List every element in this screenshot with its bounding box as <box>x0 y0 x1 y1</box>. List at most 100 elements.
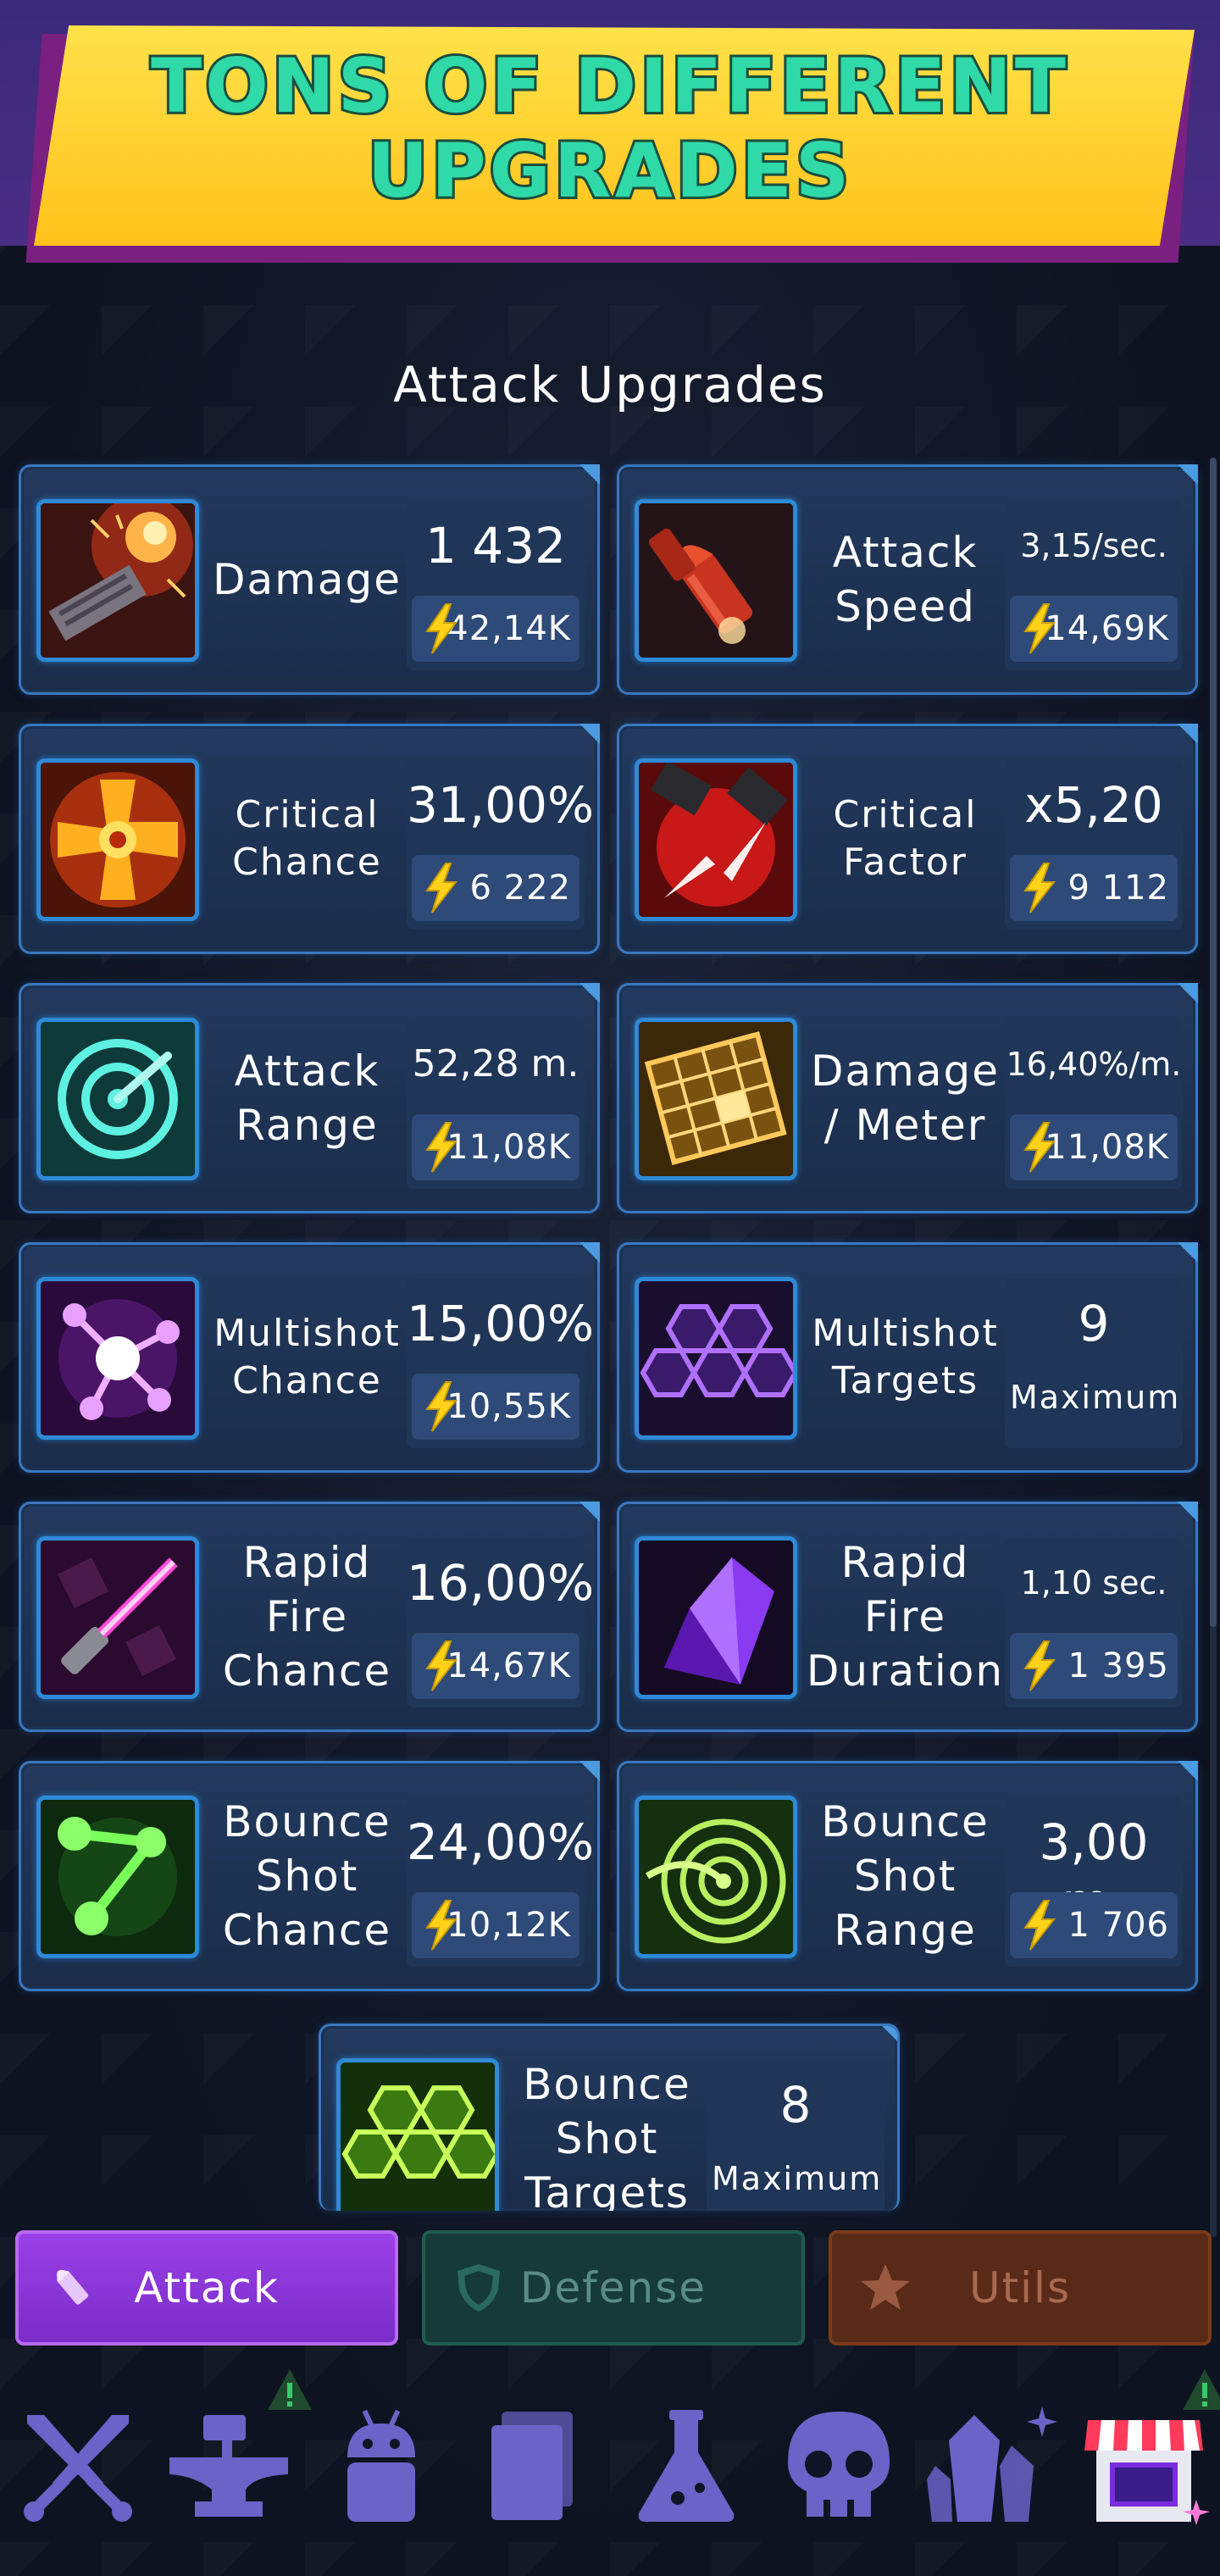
flask-icon[interactable] <box>618 2398 754 2534</box>
energy-icon <box>425 1122 458 1173</box>
cards-icon[interactable] <box>466 2398 602 2534</box>
green-radar-icon <box>635 1796 797 1958</box>
upgrade-value-box: 16,40%/m. 11,08K <box>1005 1019 1183 1189</box>
energy-icon <box>1023 1900 1056 1951</box>
skull-icon[interactable] <box>771 2398 907 2534</box>
tab-defense[interactable]: Defense <box>422 2230 805 2346</box>
upgrade-card-critical-chance[interactable]: Critical Chance 31,00% 6 222 <box>19 724 600 954</box>
upgrade-value-box: 8 Maximum <box>707 2060 884 2211</box>
upgrade-value-box: 3,00 m. 1 706 <box>1005 1797 1183 1967</box>
upgrade-card-multishot-chance[interactable]: Multishot Chance 15,00% 10,55K <box>19 1242 600 1473</box>
upgrade-value: 1,10 sec. <box>1020 1564 1167 1602</box>
upgrade-value: 9 <box>1078 1295 1110 1352</box>
alert-icon <box>268 2369 312 2410</box>
shop-icon[interactable] <box>1076 2398 1212 2534</box>
energy-icon <box>425 1641 458 1691</box>
upgrade-cost: 14,69K <box>1045 609 1169 648</box>
upgrade-value: 16,40%/m. <box>1006 1046 1182 1083</box>
crit-slash-icon <box>635 758 797 921</box>
upgrade-value-box: 1 432 42,14K <box>407 501 585 670</box>
upgrade-value: 24,00% <box>407 1813 595 1871</box>
android-icon[interactable] <box>313 2398 449 2534</box>
energy-icon <box>425 1381 458 1432</box>
upgrade-card-rapid-fire-chance[interactable]: Rapid Fire Chance 16,00% 14,67K <box>19 1502 600 1732</box>
upgrade-cost-button[interactable]: 1 706 <box>1010 1892 1178 1958</box>
upgrade-cost-button[interactable]: 14,69K <box>1010 596 1178 662</box>
energy-icon <box>425 1900 458 1951</box>
upgrade-cost: 11,08K <box>446 1128 571 1167</box>
anvil-icon[interactable] <box>161 2398 297 2534</box>
upgrade-value-box: 3,15/sec. 14,69K <box>1005 501 1183 670</box>
upgrade-cost: 10,55K <box>446 1387 571 1426</box>
upgrade-value: 15,00% <box>407 1295 595 1352</box>
upgrade-value-box: 15,00% 10,55K <box>407 1279 595 1448</box>
upgrade-cost-button[interactable]: 11,08K <box>412 1114 580 1180</box>
hexagons-icon <box>635 1277 797 1440</box>
upgrade-card-bounce-shot-chance[interactable]: Bounce Shot Chance 24,00% 10,12K <box>19 1761 600 1991</box>
upgrade-cost-button[interactable]: 42,14K <box>412 596 580 662</box>
tab-utils-label: Utils <box>968 2263 1072 2312</box>
section-title: Attack Upgrades <box>393 356 827 414</box>
upgrade-card-multishot-targets[interactable]: Multishot Targets 9 Maximum <box>617 1242 1198 1473</box>
upgrade-name: Rapid Fire Duration <box>806 1538 1005 1696</box>
scrollbar[interactable] <box>1210 458 1217 2237</box>
grid-icon <box>635 1018 797 1180</box>
tab-attack[interactable]: Attack <box>15 2230 398 2346</box>
crystals-icon[interactable] <box>923 2398 1059 2534</box>
upgrade-cost: 9 112 <box>1068 869 1169 908</box>
upgrade-name: Rapid Fire Chance <box>222 1538 392 1696</box>
crystal-icon <box>635 1536 797 1699</box>
upgrade-cost-button[interactable]: 14,67K <box>412 1633 580 1699</box>
bottom-navigation <box>0 2364 1220 2576</box>
upgrade-card-damage[interactable]: Damage 1 432 42,14K <box>19 464 600 695</box>
upgrade-name: Multishot Targets <box>812 1312 999 1402</box>
bullet-icon <box>57 2269 89 2305</box>
scrollbar-thumb[interactable] <box>1210 458 1217 1627</box>
shield-icon <box>458 2264 500 2312</box>
swords-icon[interactable] <box>10 2398 146 2534</box>
upgrade-name: Critical Chance <box>232 793 382 884</box>
upgrade-cost-button[interactable]: 9 112 <box>1010 855 1178 921</box>
upgrade-card-bounce-shot-range[interactable]: Bounce Shot Range 3,00 m. 1 706 <box>617 1761 1198 1991</box>
energy-icon <box>1023 603 1056 654</box>
upgrade-name: Bounce Shot Targets <box>523 2060 691 2211</box>
tab-defense-label: Defense <box>519 2263 707 2312</box>
upgrade-cost: 42,14K <box>446 609 571 648</box>
maximum-label: Maximum <box>1010 1379 1181 1416</box>
upgrade-value-box: 24,00% 10,12K <box>407 1797 595 1967</box>
muzzle-flash-icon <box>36 499 199 662</box>
green-hexagons-icon <box>336 2058 499 2211</box>
upgrade-value-box: 31,00% 6 222 <box>407 760 594 930</box>
laser-icon <box>36 1536 199 1699</box>
upgrade-card-damage-meter[interactable]: Damage / Meter 16,40%/m. 11,08K <box>617 983 1198 1213</box>
upgrade-cost: 14,67K <box>446 1646 571 1685</box>
upgrade-cost-button[interactable]: 1 395 <box>1010 1633 1178 1699</box>
upgrade-cost-button[interactable]: 10,12K <box>412 1892 580 1958</box>
upgrade-value-box: x5,20 9 112 <box>1005 760 1183 930</box>
upgrade-name: Bounce Shot Range <box>821 1797 990 1955</box>
upgrade-card-rapid-fire-duration[interactable]: Rapid Fire Duration 1,10 sec. 1 395 <box>617 1502 1198 1732</box>
energy-icon <box>425 863 458 913</box>
upgrade-name: Multishot Chance <box>214 1312 401 1402</box>
banner-line-1: TONS OF DIFFERENT <box>148 42 1069 131</box>
energy-icon <box>425 603 458 654</box>
upgrade-value-box: 1,10 sec. 1 395 <box>1005 1538 1183 1707</box>
upgrade-value-box: 16,00% 14,67K <box>407 1538 594 1707</box>
upgrade-cost-button[interactable]: 6 222 <box>412 855 580 921</box>
upgrade-value: 3,15/sec. <box>1020 527 1167 564</box>
banner-title: TONS OF DIFFERENT UPGRADES <box>0 42 1220 216</box>
upgrade-cost-button[interactable]: 11,08K <box>1010 1114 1178 1180</box>
tab-utils[interactable]: Utils <box>829 2230 1212 2346</box>
upgrade-name: Damage <box>213 555 402 604</box>
upgrade-card-critical-factor[interactable]: Critical Factor x5,20 9 112 <box>617 724 1198 954</box>
upgrade-card-attack-speed[interactable]: Attack Speed 3,15/sec. 14,69K <box>617 464 1198 695</box>
upgrade-name: Damage / Meter <box>811 1046 1000 1150</box>
promo-banner: TONS OF DIFFERENT UPGRADES <box>0 0 1220 263</box>
bounce-path-icon <box>36 1796 199 1958</box>
upgrade-cost-button[interactable]: 10,55K <box>412 1374 580 1440</box>
upgrade-card-bounce-shot-targets[interactable]: Bounce Shot Targets 8 Maximum <box>319 2024 900 2211</box>
energy-icon <box>1023 1122 1056 1173</box>
upgrade-cost: 1 395 <box>1068 1646 1169 1685</box>
upgrade-value-box: 52,28 m. 11,08K <box>407 1019 585 1189</box>
upgrade-card-attack-range[interactable]: Attack Range 52,28 m. 11,08K <box>19 983 600 1213</box>
